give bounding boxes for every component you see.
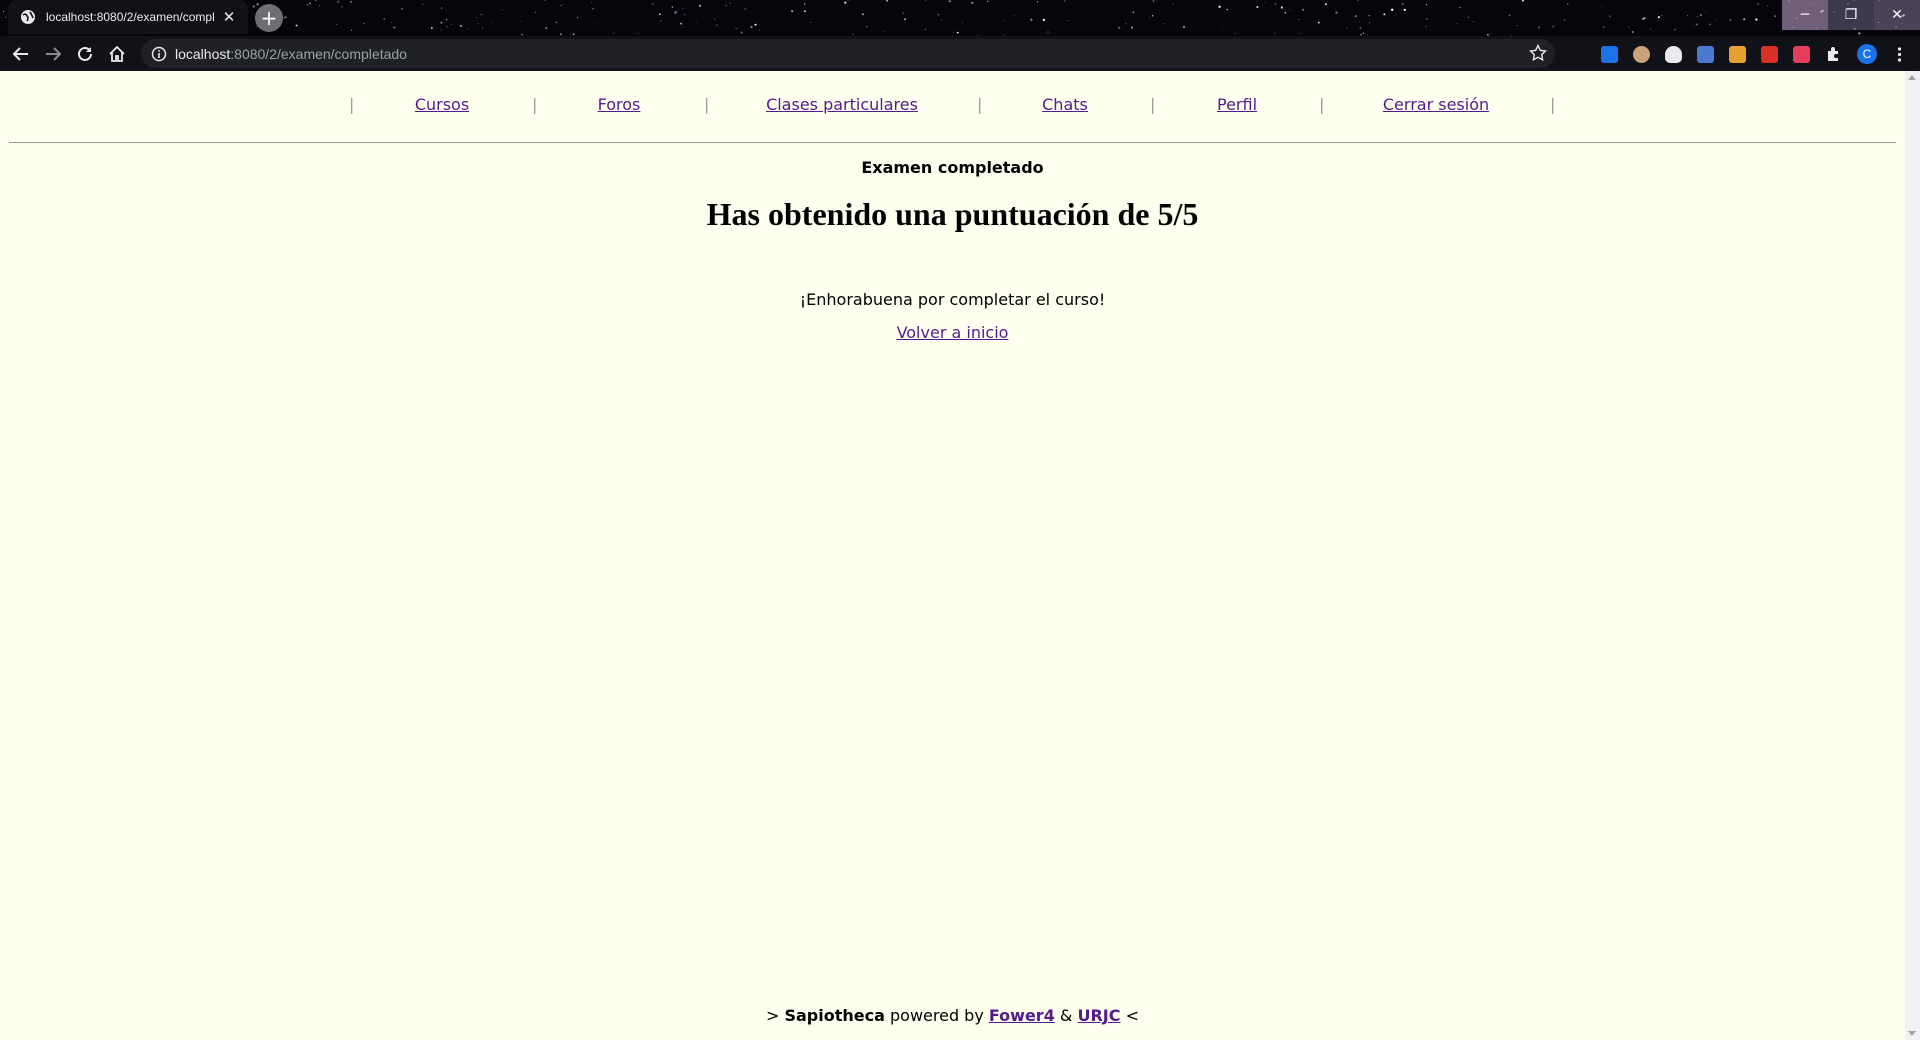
footer-ampersand: &	[1054, 1006, 1078, 1025]
new-tab-button[interactable]: +	[255, 4, 283, 32]
footer-brand: Sapiotheca	[784, 1006, 885, 1025]
back-to-home-link[interactable]: Volver a inicio	[897, 323, 1009, 342]
close-tab-icon[interactable]: ✕	[220, 8, 238, 26]
info-icon[interactable]	[151, 46, 167, 62]
footer-prefix: >	[765, 1006, 785, 1025]
lightbulb-extension-icon[interactable]	[1665, 46, 1682, 63]
footer-link-urjc[interactable]: URJC	[1077, 1006, 1120, 1025]
forward-arrow-icon[interactable]	[39, 40, 67, 68]
red-extension-icon[interactable]	[1793, 46, 1810, 63]
tab-strip: localhost:8080/2/examen/compl ✕ + ─ ❐ ✕	[0, 0, 1920, 34]
browser-toolbar: localhost:8080/2/examen/completado C	[0, 36, 1920, 71]
browser-chrome: localhost:8080/2/examen/compl ✕ + ─ ❐ ✕	[0, 0, 1920, 71]
nav-separator: |	[1150, 95, 1156, 114]
bookmark-star-icon[interactable]	[1529, 44, 1547, 62]
mega-extension-icon[interactable]	[1761, 46, 1778, 63]
nav-separator: |	[1319, 95, 1325, 114]
main-nav: | Cursos | Foros | Clases particulares |…	[0, 95, 1905, 117]
nav-separator: |	[704, 95, 710, 114]
window-controls: ─ ❐ ✕	[1782, 0, 1920, 30]
nav-separator: |	[1550, 95, 1556, 114]
nav-link-clases-particulares[interactable]: Clases particulares	[766, 95, 918, 114]
footer-link-fower4[interactable]: Fower4	[989, 1006, 1055, 1025]
back-arrow-icon[interactable]	[7, 40, 35, 68]
download-extension-icon[interactable]	[1601, 46, 1618, 63]
tab-title: localhost:8080/2/examen/compl	[46, 10, 215, 24]
nav-link-cerrar-sesion[interactable]: Cerrar sesión	[1383, 95, 1489, 114]
reload-icon[interactable]	[71, 40, 99, 68]
scroll-up-icon[interactable]	[1908, 75, 1916, 80]
plus-icon: +	[260, 6, 278, 30]
congrats-message: ¡Enhorabuena por completar el curso!	[799, 290, 1106, 309]
home-icon[interactable]	[103, 40, 131, 68]
nav-link-cursos[interactable]: Cursos	[415, 95, 469, 114]
page-content: | Cursos | Foros | Clases particulares |…	[0, 71, 1905, 1040]
profile-avatar[interactable]: C	[1857, 44, 1877, 64]
nav-separator: |	[977, 95, 983, 114]
nav-link-foros[interactable]: Foros	[598, 95, 641, 114]
nav-separator: |	[349, 95, 355, 114]
address-bar[interactable]: localhost:8080/2/examen/completado	[141, 39, 1555, 68]
vertical-scrollbar[interactable]	[1905, 71, 1920, 1040]
page-subtitle: Examen completado	[861, 158, 1044, 177]
owl-extension-icon[interactable]	[1633, 46, 1650, 63]
footer-powered-by: powered by	[884, 1006, 989, 1025]
url-path: :8080/2/examen/completado	[230, 45, 407, 62]
back-link-container: Volver a inicio	[0, 323, 1905, 342]
score-heading: Has obtenido una puntuación de 5/5	[706, 196, 1199, 232]
footer-suffix: <	[1120, 1006, 1139, 1025]
orange-extension-icon[interactable]	[1729, 46, 1746, 63]
footer: > Sapiotheca powered by Fower4 & URJC <	[0, 1006, 1905, 1025]
window-close-icon[interactable]: ✕	[1874, 0, 1920, 30]
browser-tab[interactable]: localhost:8080/2/examen/compl ✕	[8, 0, 248, 34]
restore-icon[interactable]: ❐	[1828, 0, 1874, 30]
translate-extension-icon[interactable]	[1697, 46, 1714, 63]
minimize-icon[interactable]: ─	[1782, 0, 1828, 30]
nav-link-chats[interactable]: Chats	[1042, 95, 1088, 114]
nav-link-perfil[interactable]: Perfil	[1217, 95, 1257, 114]
scroll-down-icon[interactable]	[1908, 1031, 1916, 1036]
menu-kebab-icon[interactable]	[1891, 46, 1908, 63]
nav-separator: |	[532, 95, 538, 114]
puzzle-extensions-icon[interactable]	[1825, 46, 1842, 63]
nav-divider	[9, 142, 1896, 143]
url-host: localhost	[175, 45, 231, 62]
globe-icon	[21, 10, 35, 24]
